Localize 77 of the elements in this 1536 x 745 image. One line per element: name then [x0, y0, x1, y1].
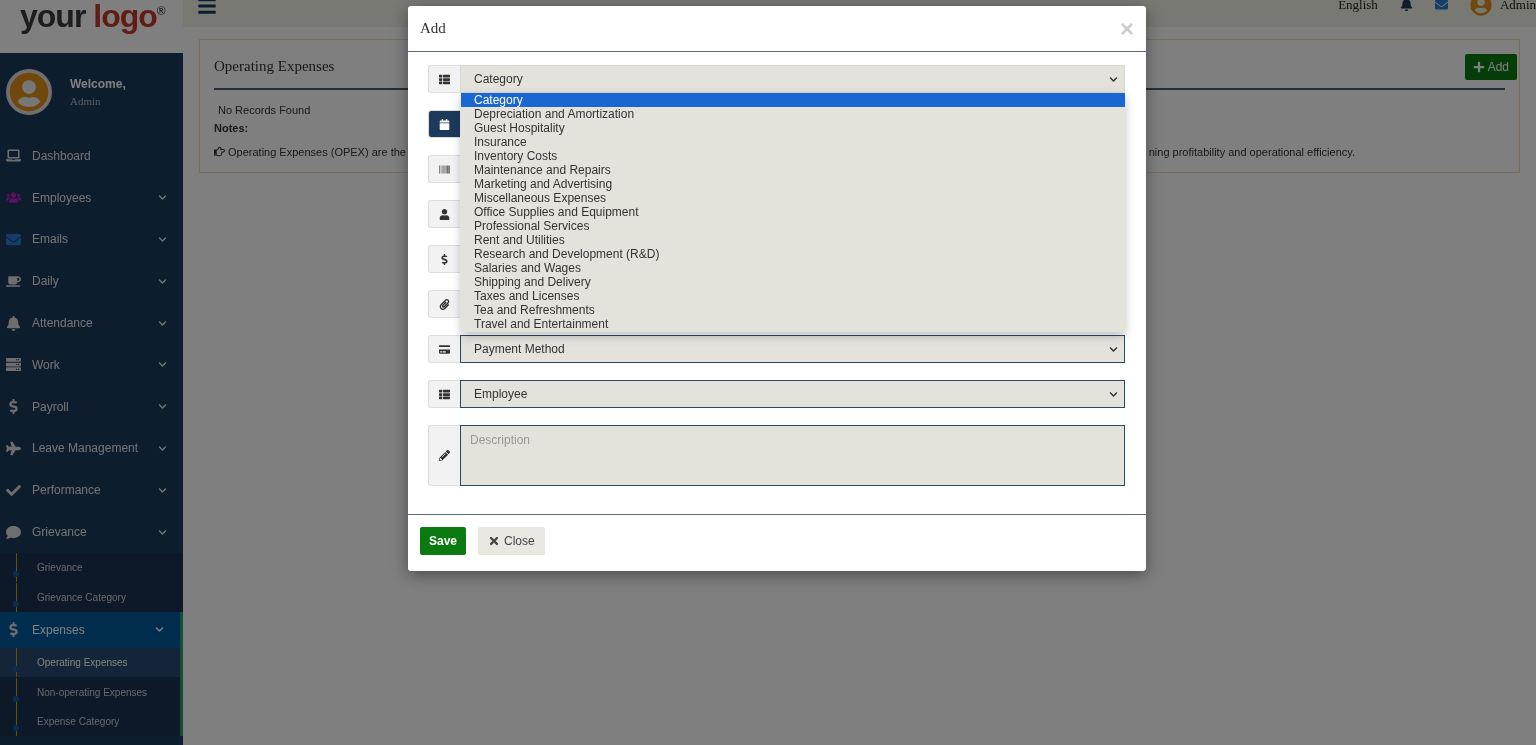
check-icon: [6, 482, 21, 498]
list-icon: [439, 388, 450, 400]
envelope-icon: [6, 232, 21, 247]
sidebar-subitem[interactable]: Expense Category: [0, 706, 183, 737]
list-icon: [439, 73, 450, 85]
coffee-cup-icon: [6, 273, 21, 289]
dropdown-option[interactable]: Maintenance and Repairs: [461, 163, 1125, 177]
dialog-title: Add: [420, 20, 446, 37]
chevron-down-icon: [1109, 74, 1118, 84]
dropdown-option[interactable]: Insurance: [461, 135, 1125, 149]
dropdown-option[interactable]: Taxes and Licenses: [461, 289, 1125, 303]
dropdown-option[interactable]: Category: [461, 93, 1125, 107]
calendar-icon: [439, 118, 450, 130]
notes-label: Notes:: [214, 122, 249, 134]
sidebar-item[interactable]: Emails: [0, 218, 183, 261]
laptop-icon: [6, 148, 21, 164]
dropdown-option[interactable]: Tea and Refreshments: [461, 303, 1125, 317]
bell-icon: [6, 315, 21, 331]
dropdown-option[interactable]: Rent and Utilities: [461, 233, 1125, 247]
sidebar-item[interactable]: Daily: [0, 260, 183, 303]
dropdown-option[interactable]: Marketing and Advertising: [461, 177, 1125, 191]
page-title: Operating Expenses: [214, 58, 335, 75]
close-icon: [488, 535, 501, 547]
logo: your logo$^{®}$: [20, 0, 165, 32]
note-text: ning profitability and operational efficiency.: [1148, 146, 1355, 158]
close-button[interactable]: Close: [478, 527, 545, 555]
sidebar-item[interactable]: Payroll: [0, 385, 183, 428]
sidebar-item[interactable]: Work: [0, 344, 183, 386]
note-text: Operating Expenses (OPEX) are the: [228, 146, 406, 158]
dropdown-option[interactable]: Office Supplies and Equipment: [461, 205, 1125, 219]
dropdown-option[interactable]: Miscellaneous Expenses: [461, 191, 1125, 205]
plus-icon: [1472, 60, 1485, 73]
avatar: [6, 69, 52, 115]
select-field[interactable]: Payment Method: [460, 335, 1125, 363]
chevron-down-icon: [1109, 344, 1118, 354]
sidebar-item[interactable]: Attendance: [0, 302, 183, 344]
dropdown-option[interactable]: Research and Development (R&D): [461, 247, 1125, 261]
user-icon: [439, 208, 450, 220]
envelope-icon[interactable]: [1434, 0, 1448, 11]
speech-bubble-icon: [6, 524, 21, 540]
sidebar-subitem[interactable]: Grievance: [0, 552, 183, 583]
users-icon: [6, 190, 21, 206]
credit-card-icon: [439, 343, 450, 355]
save-button[interactable]: Save: [420, 527, 467, 555]
dropdown-option[interactable]: Inventory Costs: [461, 149, 1125, 163]
sidebar-subitem[interactable]: Non-operating Expenses: [0, 677, 183, 707]
sidebar-item[interactable]: Leave Management: [0, 427, 183, 470]
dropdown-option[interactable]: Travel and Entertainment: [461, 317, 1125, 331]
language-selector[interactable]: English: [1338, 0, 1378, 13]
sidebar-item[interactable]: Performance: [0, 469, 183, 512]
select-field[interactable]: Category: [460, 65, 1125, 93]
sidebar-item[interactable]: Employees: [0, 176, 183, 219]
sidebar-item[interactable]: Dashboard: [0, 135, 183, 177]
paperclip-icon: [439, 298, 450, 310]
sidebar-item[interactable]: Grievance: [0, 511, 183, 553]
bell-icon[interactable]: [1399, 0, 1413, 11]
select-field[interactable]: Employee: [460, 380, 1125, 408]
dropdown-option[interactable]: Guest Hospitality: [461, 121, 1125, 135]
pointing-hand-icon: [214, 146, 225, 157]
welcome-text: Welcome,: [70, 77, 126, 91]
role-text: Admin: [70, 95, 102, 107]
user-name[interactable]: Admin: [1499, 0, 1536, 13]
plane-icon: [6, 440, 21, 456]
sidebar-subitem[interactable]: Operating Expenses: [0, 647, 183, 678]
dropdown-option[interactable]: Shipping and Delivery: [461, 275, 1125, 289]
pencil-icon: [439, 450, 450, 461]
sidebar-subitem[interactable]: Grievance Category: [0, 582, 183, 612]
menu-icon[interactable]: [197, 0, 217, 16]
chevron-down-icon: [1109, 389, 1118, 399]
dropdown-option[interactable]: Professional Services: [461, 219, 1125, 233]
empty-message: No Records Found: [217, 104, 311, 116]
server-icon: [6, 357, 21, 373]
dollar-icon: [439, 253, 450, 265]
dropdown-option[interactable]: Salaries and Wages: [461, 261, 1125, 275]
add-button[interactable]: Add: [1464, 53, 1517, 80]
dropdown-option[interactable]: Depreciation and Amortization: [461, 107, 1125, 121]
sidebar-item[interactable]: Expenses: [0, 611, 183, 648]
